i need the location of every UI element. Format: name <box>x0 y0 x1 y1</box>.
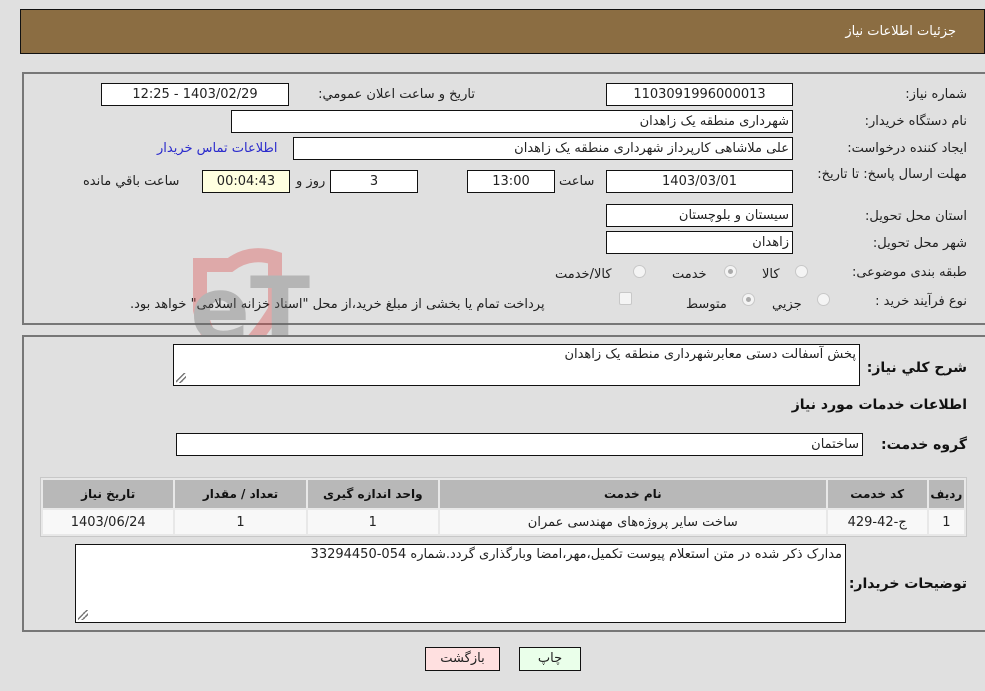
days-label: روز و <box>296 174 326 189</box>
description-label: شرح کلي نیاز: <box>866 360 967 376</box>
purchase-type-option-minor: جزیي <box>772 297 802 312</box>
buyer-notes-text: مدارک ذکر شده در متن استعلام پیوست تکمیل… <box>310 547 842 562</box>
purchase-type-option-medium: متوسط <box>686 297 727 312</box>
col-service-code: کد خدمت <box>827 480 927 508</box>
announce-datetime-field[interactable]: 1403/02/29 - 12:25 <box>101 83 289 106</box>
buyer-contact-link[interactable]: اطلاعات تماس خریدار <box>157 141 277 156</box>
cell-row-number: 1 <box>928 510 964 534</box>
requester-label: ایجاد کننده درخواست: <box>847 141 967 156</box>
cell-quantity: 1 <box>175 510 306 534</box>
col-service-name: نام خدمت <box>439 480 826 508</box>
category-label: طبقه بندی موضوعی: <box>851 265 967 280</box>
purchase-type-radio-minor[interactable] <box>817 293 830 306</box>
print-button[interactable]: چاپ <box>519 647 581 671</box>
table-row: 1 ج-42-429 ساخت سایر پروژه‌های مهندسی عم… <box>43 510 964 534</box>
buyer-org-label: نام دستگاه خریدار: <box>864 114 967 129</box>
days-remaining-field[interactable]: 3 <box>330 170 418 193</box>
cell-need-date: 1403/06/24 <box>43 510 174 534</box>
category-option-goods-service: کالا/خدمت <box>555 267 612 282</box>
requester-field[interactable]: علی ملاشاهی کارپرداز شهرداری منطقه یک زا… <box>293 137 793 160</box>
page-title: جزئیات اطلاعات نیاز <box>845 24 956 39</box>
page-header: جزئیات اطلاعات نیاز <box>20 9 985 54</box>
buyer-notes-label: توضیحات خریدار: <box>848 576 967 592</box>
buyer-org-field[interactable]: شهرداری منطقه یک زاهدان <box>231 110 793 133</box>
category-radio-goods[interactable] <box>795 265 808 278</box>
resize-grip-icon[interactable] <box>176 373 186 383</box>
buyer-notes-textarea[interactable]: مدارک ذکر شده در متن استعلام پیوست تکمیل… <box>75 544 846 623</box>
back-button[interactable]: بازگشت <box>425 647 500 671</box>
province-label: استان محل تحویل: <box>865 209 967 224</box>
description-textarea[interactable]: پخش آسفالت دستی معابرشهرداری منطقه یک زا… <box>173 344 860 386</box>
col-row-number: ردیف <box>928 480 964 508</box>
description-text: پخش آسفالت دستی معابرشهرداری منطقه یک زا… <box>564 347 856 362</box>
deadline-date-field[interactable]: 1403/03/01 <box>606 170 793 193</box>
services-title: اطلاعات خدمات مورد نیاز <box>791 397 967 413</box>
category-radio-goods-service[interactable] <box>633 265 646 278</box>
col-need-date: تاریخ نیاز <box>43 480 174 508</box>
cell-unit: 1 <box>307 510 438 534</box>
col-quantity: تعداد / مقدار <box>175 480 306 508</box>
time-remaining-label: ساعت باقي مانده <box>83 174 180 189</box>
city-field[interactable]: زاهدان <box>606 231 793 254</box>
services-table: ردیف کد خدمت نام خدمت واحد اندازه گیری ت… <box>40 477 967 537</box>
category-option-goods: کالا <box>762 267 780 282</box>
need-number-field[interactable]: 1103091996000013 <box>606 83 793 106</box>
category-radio-service[interactable] <box>724 265 737 278</box>
purchase-type-label: نوع فرآیند خرید : <box>875 294 967 309</box>
resize-grip-icon[interactable] <box>78 610 88 620</box>
cell-service-name: ساخت سایر پروژه‌های مهندسی عمران <box>439 510 826 534</box>
category-option-service: خدمت <box>672 267 707 282</box>
city-label: شهر محل تحویل: <box>872 236 967 251</box>
treasury-checkbox[interactable] <box>619 292 632 305</box>
deadline-time-label: ساعت <box>559 174 595 189</box>
announce-datetime-label: تاریخ و ساعت اعلان عمومي: <box>318 87 475 102</box>
deadline-label: مهلت ارسال پاسخ: تا تاریخ: <box>817 167 967 182</box>
time-remaining-field: 00:04:43 <box>202 170 290 193</box>
table-header-row: ردیف کد خدمت نام خدمت واحد اندازه گیری ت… <box>43 480 964 508</box>
service-group-label: گروه خدمت: <box>881 437 967 453</box>
col-unit: واحد اندازه گیری <box>307 480 438 508</box>
cell-service-code: ج-42-429 <box>827 510 927 534</box>
treasury-note: پرداخت تمام یا بخشی از مبلغ خرید،از محل … <box>130 297 545 312</box>
need-number-label: شماره نیاز: <box>905 87 967 102</box>
province-field[interactable]: سیستان و بلوچستان <box>606 204 793 227</box>
purchase-type-radio-medium[interactable] <box>742 293 755 306</box>
deadline-time-field[interactable]: 13:00 <box>467 170 555 193</box>
service-group-field[interactable]: ساختمان <box>176 433 863 456</box>
